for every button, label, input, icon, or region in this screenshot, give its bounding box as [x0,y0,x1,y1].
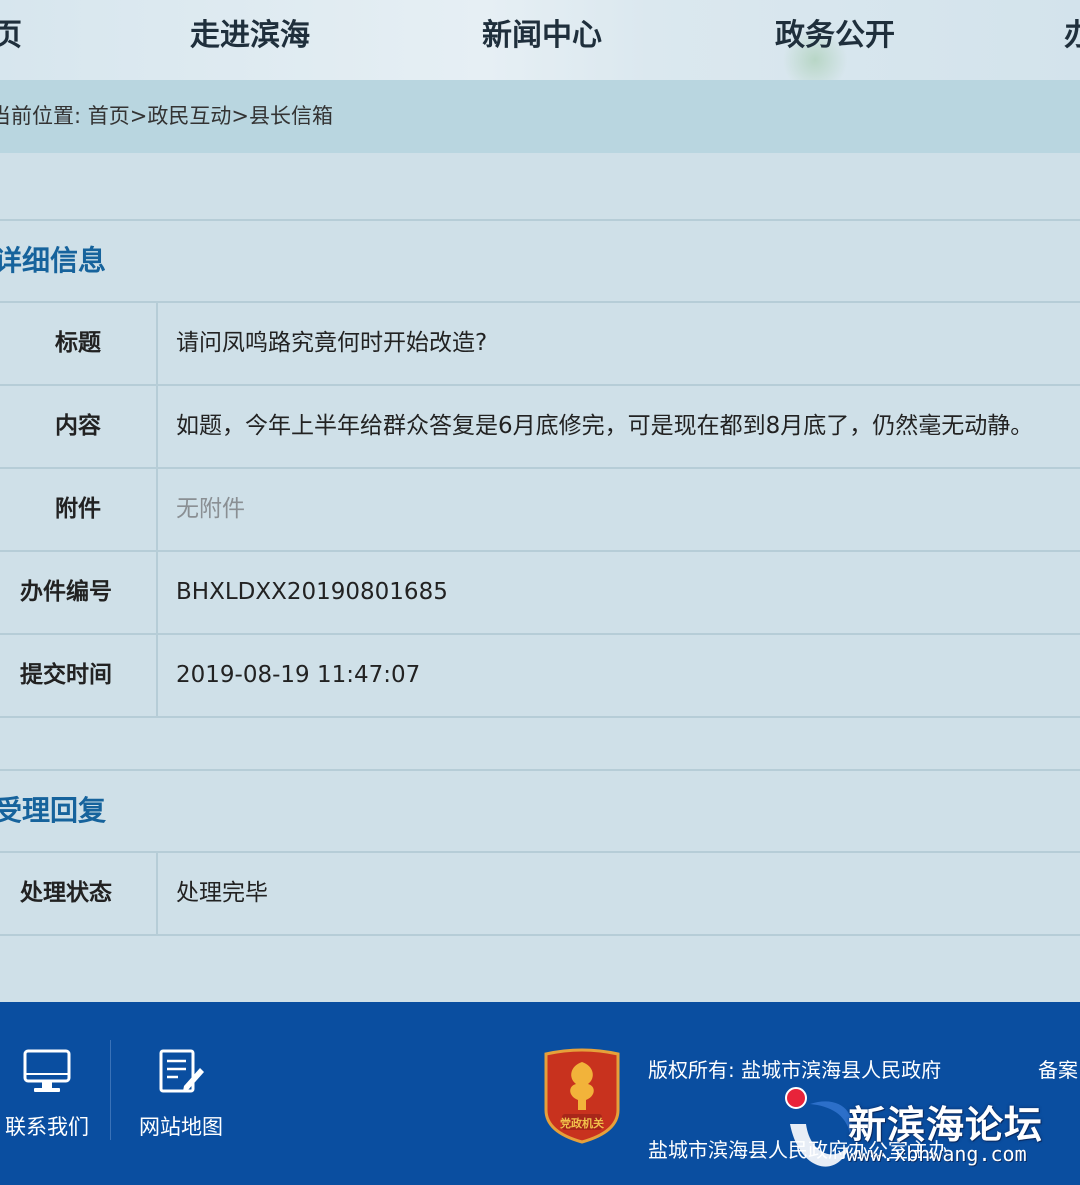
document-edit-icon [159,1049,204,1093]
row-value: BHXLDXX20190801685 [176,579,448,605]
contact-us-label: 联系我们 [5,1115,89,1139]
nav-item-about[interactable]: 走进滨海 [190,16,310,56]
table-row-title: 标题 请问凤鸣路究竟何时开始改造? [0,303,1080,386]
nav-item-home[interactable]: 页 [0,16,22,56]
detail-section-heading: 详细信息 [0,219,1080,303]
watermark-title: 新滨海论坛 [848,1103,1044,1147]
row-label: 附件 [0,469,158,550]
watermark-url: www.xbhwang.com [846,1142,1027,1166]
detail-heading-text: 详细信息 [0,244,107,277]
monitor-icon [23,1049,71,1092]
row-label: 标题 [0,303,158,384]
party-government-emblem-icon: 党政机关 [544,1048,620,1144]
row-label: 处理状态 [0,853,158,934]
row-label: 办件编号 [0,552,158,633]
svg-text:党政机关: 党政机关 [560,1116,604,1130]
table-row-content: 内容 如题，今年上半年给群众答复是6月底修完，可是现在都到8月底了，仍然毫无动静… [0,386,1080,469]
contact-us-link[interactable]: 联系我们 [0,1048,102,1141]
table-row-case-number: 办件编号 BHXLDXX20190801685 [0,552,1080,635]
top-nav: 页 走进滨海 新闻中心 政务公开 办 [0,0,1080,80]
row-label: 内容 [0,386,158,467]
row-value: 无附件 [176,496,245,522]
row-value: 处理完毕 [176,880,268,906]
table-row-attachment: 附件 无附件 [0,469,1080,552]
reply-section-heading: 受理回复 [0,769,1080,853]
nav-item-gov-affairs[interactable]: 政务公开 [775,16,895,56]
breadcrumb: 当前位置: 首页>政民互动>县长信箱 [0,80,1080,153]
row-label: 提交时间 [0,635,158,716]
nav-item-news[interactable]: 新闻中心 [482,16,602,56]
sitemap-label: 网站地图 [139,1115,223,1139]
row-value: 请问凤鸣路究竟何时开始改造? [176,330,488,356]
table-row-status: 处理状态 处理完毕 [0,853,1080,936]
footer-divider [110,1040,111,1140]
sitemap-link[interactable]: 网站地图 [128,1048,234,1141]
row-value: 2019-08-19 11:47:07 [176,662,421,688]
beian-text[interactable]: 备案 [1038,1054,1078,1083]
footer: 联系我们 网站地图 党政机关 版权所有: 盐城市滨海县人民政府 备案 盐城市滨海… [0,1002,1080,1185]
nav-item-services[interactable]: 办 [1064,16,1080,56]
row-value: 如题，今年上半年给群众答复是6月底修完，可是现在都到8月底了，仍然毫无动静。 [176,413,1034,439]
table-row-submit-time: 提交时间 2019-08-19 11:47:07 [0,635,1080,718]
reply-heading-text: 受理回复 [0,794,107,827]
forum-watermark: 新滨海论坛 www.xbhwang.com [780,1084,1080,1184]
copyright-text: 版权所有: 盐城市滨海县人民政府 [648,1058,942,1082]
breadcrumb-text: 当前位置: 首页>政民互动>县长信箱 [0,104,333,128]
